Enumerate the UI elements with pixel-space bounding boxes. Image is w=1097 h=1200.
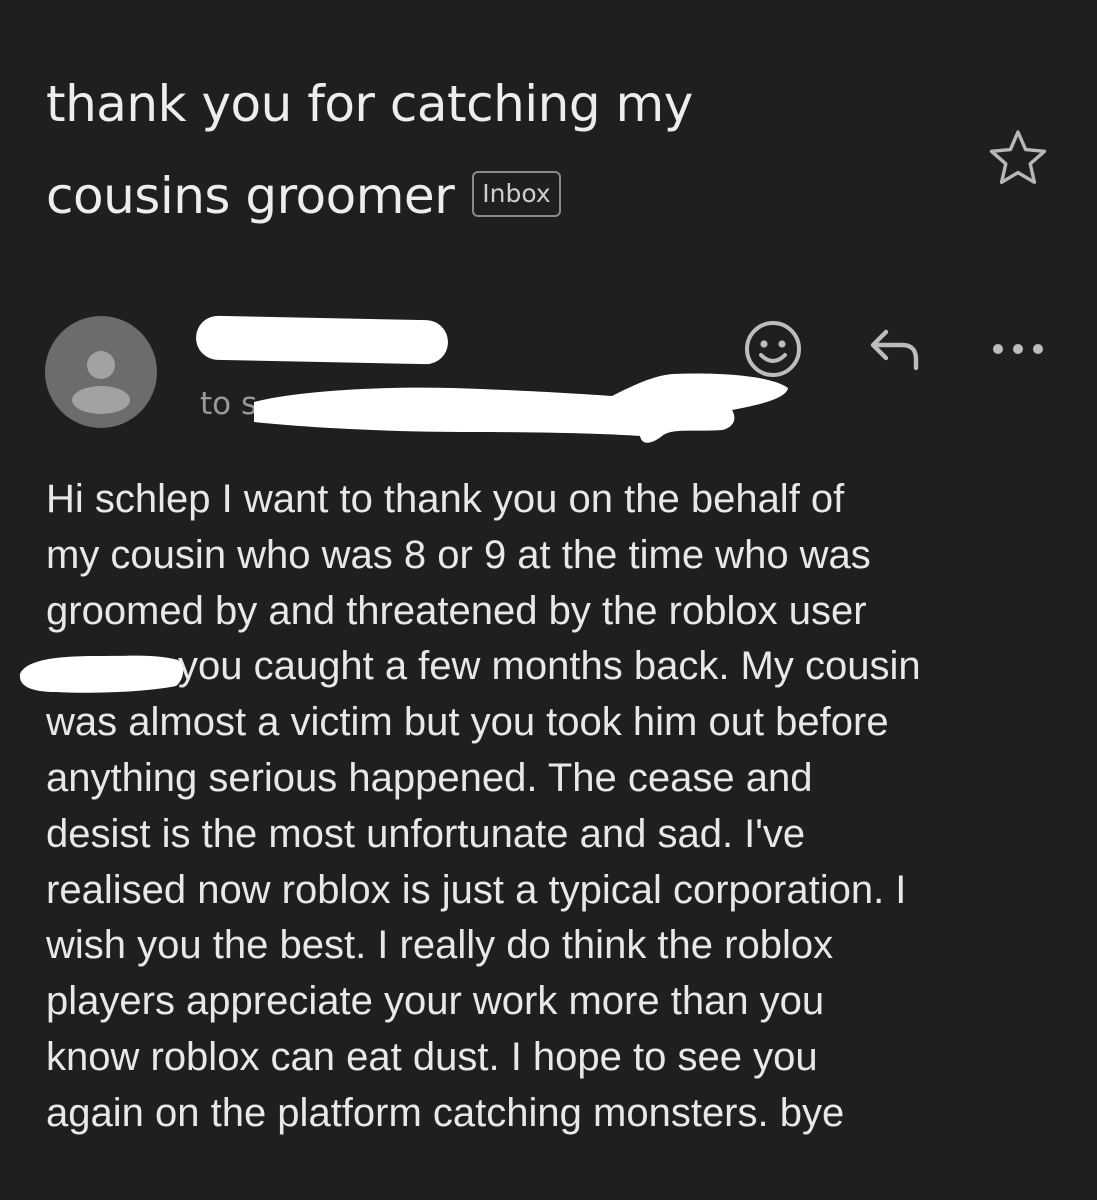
inbox-label[interactable]: Inbox [472, 170, 561, 217]
subject-line-2-text: cousins groomer [46, 167, 455, 225]
more-horizontal-icon [993, 344, 1043, 354]
body-line: again on the platform catching monsters.… [46, 1090, 845, 1135]
body-line-text: you caught a few months back. My cousin [178, 644, 921, 689]
body-line: realised now roblox is just a typical co… [46, 867, 907, 912]
person-icon [72, 351, 130, 414]
recipient-redaction [254, 373, 788, 443]
body-line: Hi schlep I want to thank you on the beh… [46, 477, 845, 521]
recipient-line[interactable]: to s [200, 386, 257, 422]
body-line: wish you the best. I really do think the… [46, 923, 834, 968]
body-line: know roblox can eat dust. I hope to see … [46, 1034, 818, 1079]
reply-button[interactable] [864, 322, 926, 376]
email-subject: thank you for catching my cousins groome… [46, 58, 946, 242]
body-line: was almost a victim but you took him out… [46, 700, 889, 745]
smiley-icon [745, 321, 801, 377]
star-button[interactable] [986, 126, 1050, 190]
body-line: groomed by and threatened by the roblox … [46, 588, 867, 633]
username-redaction [19, 655, 184, 693]
body-line: players appreciate your work more than y… [46, 979, 825, 1024]
subject-line-1: thank you for catching my [46, 75, 693, 133]
react-emoji-button[interactable] [742, 318, 804, 380]
body-line: you caught a few months back. My cousin [46, 639, 1056, 695]
body-line: my cousin who was 8 or 9 at the time who… [46, 532, 871, 577]
sender-name-redaction [195, 315, 449, 365]
subject-line-2: cousins groomer Inbox [46, 150, 946, 242]
body-line: anything serious happened. The cease and [46, 755, 813, 800]
sender-avatar[interactable] [45, 316, 157, 428]
email-body: Hi schlep I want to thank you on the beh… [46, 472, 1056, 1142]
star-icon [989, 130, 1047, 184]
reply-icon [870, 329, 919, 371]
body-line: desist is the most unfortunate and sad. … [46, 811, 806, 856]
more-options-button[interactable] [986, 334, 1050, 364]
